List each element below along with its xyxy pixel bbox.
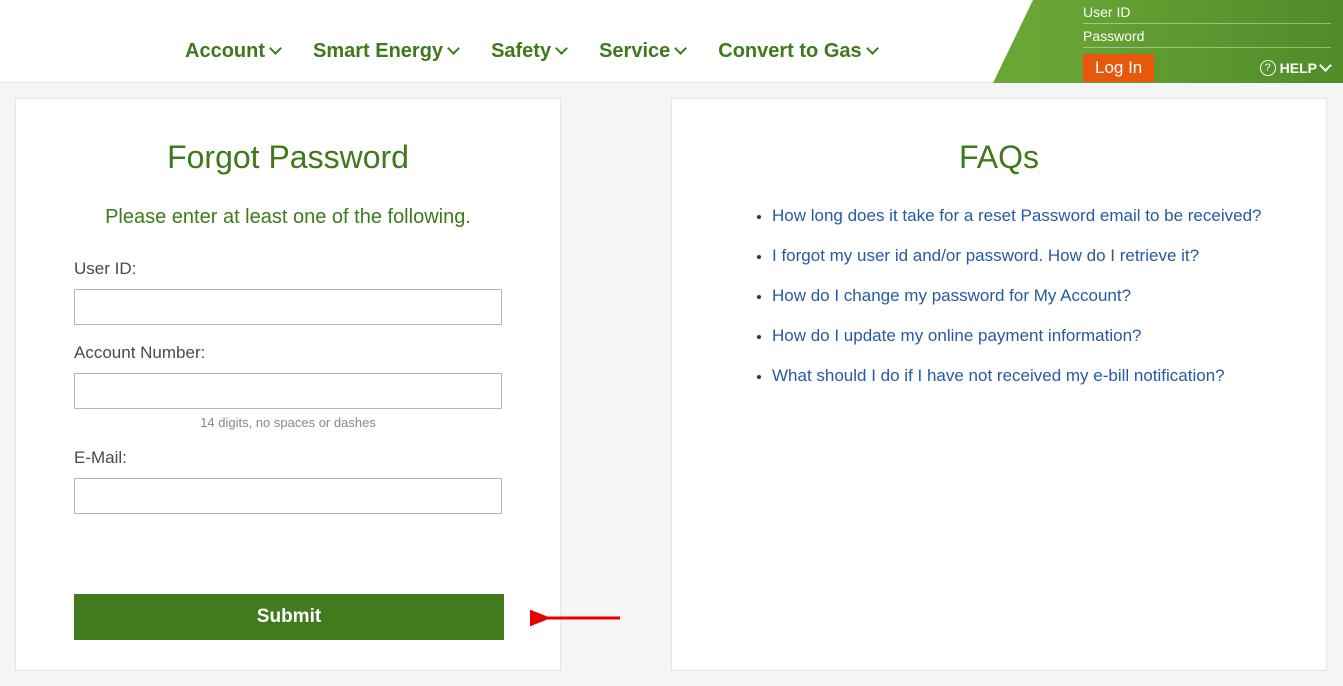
list-item: What should I do if I have not received …: [772, 366, 1286, 386]
nav-smart-energy[interactable]: Smart Energy: [313, 40, 459, 63]
login-row: Log In ? HELP: [1083, 54, 1331, 82]
nav-label: Safety: [491, 40, 551, 63]
login-button[interactable]: Log In: [1083, 54, 1154, 82]
list-item: How do I change my password for My Accou…: [772, 286, 1286, 306]
nav-account[interactable]: Account: [185, 40, 281, 63]
nav-label: Convert to Gas: [718, 40, 861, 63]
faq-link[interactable]: How do I update my online payment inform…: [772, 326, 1141, 345]
userid-group: User ID:: [46, 259, 530, 325]
nav-service[interactable]: Service: [599, 40, 686, 63]
forgot-title: Forgot Password: [46, 139, 530, 176]
email-group: E-Mail:: [46, 448, 530, 514]
help-link[interactable]: ? HELP: [1260, 60, 1331, 76]
main-nav: Account Smart Energy Safety Service Conv…: [185, 40, 878, 63]
chevron-down-icon: [449, 46, 459, 56]
list-item: How long does it take for a reset Passwo…: [772, 206, 1286, 226]
submit-button[interactable]: Submit: [74, 594, 504, 640]
help-label: HELP: [1280, 60, 1317, 76]
account-group: Account Number: 14 digits, no spaces or …: [46, 343, 530, 430]
header: Account Smart Energy Safety Service Conv…: [0, 0, 1343, 83]
faq-card: FAQs How long does it take for a reset P…: [671, 98, 1327, 671]
nav-label: Service: [599, 40, 670, 63]
account-input[interactable]: [74, 373, 502, 409]
list-item: How do I update my online payment inform…: [772, 326, 1286, 346]
faq-link[interactable]: I forgot my user id and/or password. How…: [772, 246, 1199, 265]
nav-label: Account: [185, 40, 265, 63]
nav-convert-to-gas[interactable]: Convert to Gas: [718, 40, 877, 63]
faq-list: How long does it take for a reset Passwo…: [712, 206, 1286, 386]
chevron-down-icon: [1321, 63, 1331, 73]
faq-link[interactable]: How do I change my password for My Accou…: [772, 286, 1131, 305]
userid-input[interactable]: [74, 289, 502, 325]
chevron-down-icon: [271, 46, 281, 56]
faq-title: FAQs: [712, 139, 1286, 176]
chevron-down-icon: [557, 46, 567, 56]
email-input[interactable]: [74, 478, 502, 514]
userid-label: User ID:: [74, 259, 502, 279]
account-hint: 14 digits, no spaces or dashes: [74, 415, 502, 430]
email-label: E-Mail:: [74, 448, 502, 468]
forgot-password-card: Forgot Password Please enter at least on…: [15, 98, 561, 671]
chevron-down-icon: [868, 46, 878, 56]
help-icon: ?: [1260, 60, 1276, 76]
nav-label: Smart Energy: [313, 40, 443, 63]
content: Forgot Password Please enter at least on…: [0, 83, 1343, 686]
account-label: Account Number:: [74, 343, 502, 363]
chevron-down-icon: [676, 46, 686, 56]
password-label: Password: [1083, 28, 1331, 48]
userid-label: User ID: [1083, 4, 1331, 24]
login-panel: User ID Password Log In ? HELP: [1033, 0, 1343, 83]
nav-safety[interactable]: Safety: [491, 40, 567, 63]
list-item: I forgot my user id and/or password. How…: [772, 246, 1286, 266]
faq-link[interactable]: How long does it take for a reset Passwo…: [772, 206, 1261, 225]
forgot-subtitle: Please enter at least one of the followi…: [46, 206, 530, 229]
faq-link[interactable]: What should I do if I have not received …: [772, 366, 1225, 385]
